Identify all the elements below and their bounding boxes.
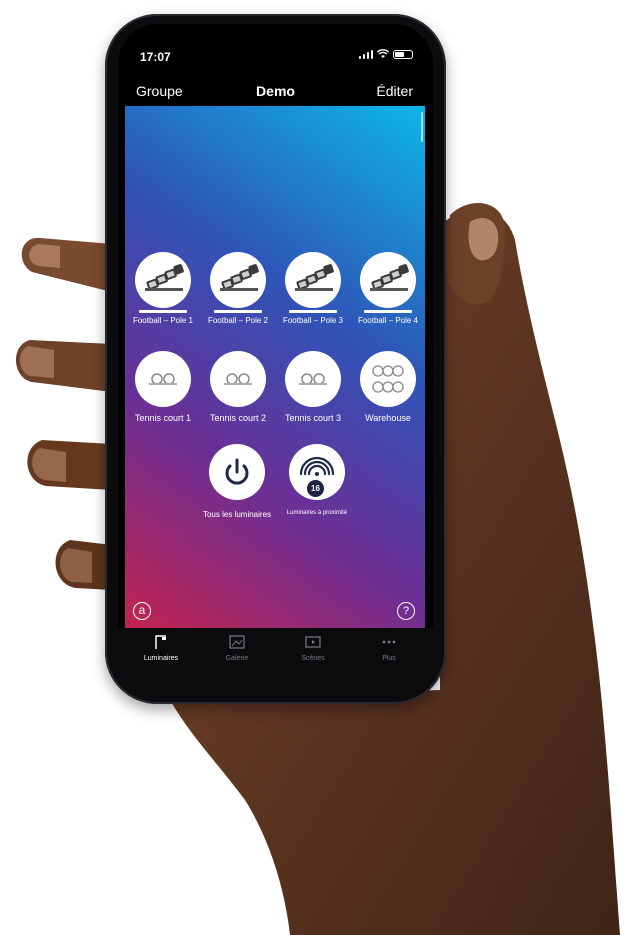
group-tile-football-pole-3[interactable]: Football – Pole 3	[275, 252, 351, 325]
group-tile-tennis-court-1[interactable]: Tennis court 1	[125, 351, 201, 423]
notch	[214, 24, 338, 48]
gallery-icon	[202, 634, 272, 650]
tab-plus[interactable]: Plus	[354, 634, 424, 662]
group-label: Football – Pole 4	[357, 316, 419, 325]
status-time: 17:07	[140, 50, 171, 64]
tab-scenes[interactable]: Scènes	[278, 634, 348, 662]
group-label: Warehouse	[365, 413, 411, 423]
group-label: Tennis court 3	[284, 413, 342, 423]
tab-label: Scènes	[301, 655, 325, 662]
group-tile-warehouse[interactable]: Warehouse	[350, 351, 425, 423]
status-icons	[359, 49, 413, 59]
double-luminaire-icon	[135, 351, 191, 407]
proximity-icon: 16	[289, 444, 345, 500]
group-tile-football-pole-1[interactable]: Football – Pole 1	[125, 252, 201, 325]
power-icon	[209, 444, 265, 500]
tab-galerie[interactable]: Galerie	[202, 634, 272, 662]
help-icon[interactable]: ?	[397, 602, 415, 620]
action-label: Tous les luminaires	[202, 510, 272, 519]
group-tile-tennis-court-2[interactable]: Tennis court 2	[200, 351, 276, 423]
luminaire-icon	[126, 634, 196, 650]
phone-screen: 17:07 Groupe Demo Éditer Football – Pole	[118, 24, 433, 696]
tab-label: Plus	[382, 655, 396, 662]
tab-bar: Luminaires Galerie Scènes Plus	[118, 628, 433, 696]
pole-indicator-bar	[364, 310, 412, 313]
double-luminaire-icon	[285, 351, 341, 407]
battery-icon	[393, 49, 413, 59]
more-icon	[354, 634, 424, 650]
all-luminaires-button[interactable]: Tous les luminaires	[197, 444, 277, 519]
group-label: Tennis court 1	[134, 413, 192, 423]
pole-indicator-bar	[289, 310, 337, 313]
floodlight-pole-icon	[285, 252, 341, 308]
group-label: Football – Pole 3	[282, 316, 344, 325]
luminaire-grid-icon	[360, 351, 416, 407]
pole-indicator-bar	[139, 310, 187, 313]
action-label: Luminaires à proximité	[286, 510, 348, 516]
tab-label: Galerie	[225, 655, 249, 662]
floodlight-pole-icon	[135, 252, 191, 308]
floodlight-pole-icon	[210, 252, 266, 308]
edit-button[interactable]: Éditer	[376, 83, 413, 99]
a-icon[interactable]: a	[133, 602, 151, 620]
group-grid: Football – Pole 1 Football – Pole 2 Foot…	[125, 106, 425, 628]
group-label: Football – Pole 2	[207, 316, 269, 325]
wifi-icon	[377, 49, 389, 58]
scenes-icon	[278, 634, 348, 650]
tab-luminaires[interactable]: Luminaires	[126, 634, 196, 662]
pole-indicator-bar	[214, 310, 262, 313]
double-luminaire-icon	[210, 351, 266, 407]
group-label: Football – Pole 1	[132, 316, 194, 325]
tab-label: Luminaires	[143, 655, 179, 662]
nearby-luminaires-button[interactable]: 16 Luminaires à proximité	[277, 444, 357, 516]
group-tile-football-pole-4[interactable]: Football – Pole 4	[350, 252, 425, 325]
scrollbar[interactable]	[421, 112, 423, 142]
floodlight-pole-icon	[360, 252, 416, 308]
nearby-count-badge: 16	[307, 480, 324, 497]
group-tile-football-pole-2[interactable]: Football – Pole 2	[200, 252, 276, 325]
group-label: Tennis court 2	[209, 413, 267, 423]
group-tile-tennis-court-3[interactable]: Tennis court 3	[275, 351, 351, 423]
signal-icon	[359, 49, 373, 59]
nav-bar: Groupe Demo Éditer	[118, 72, 433, 106]
